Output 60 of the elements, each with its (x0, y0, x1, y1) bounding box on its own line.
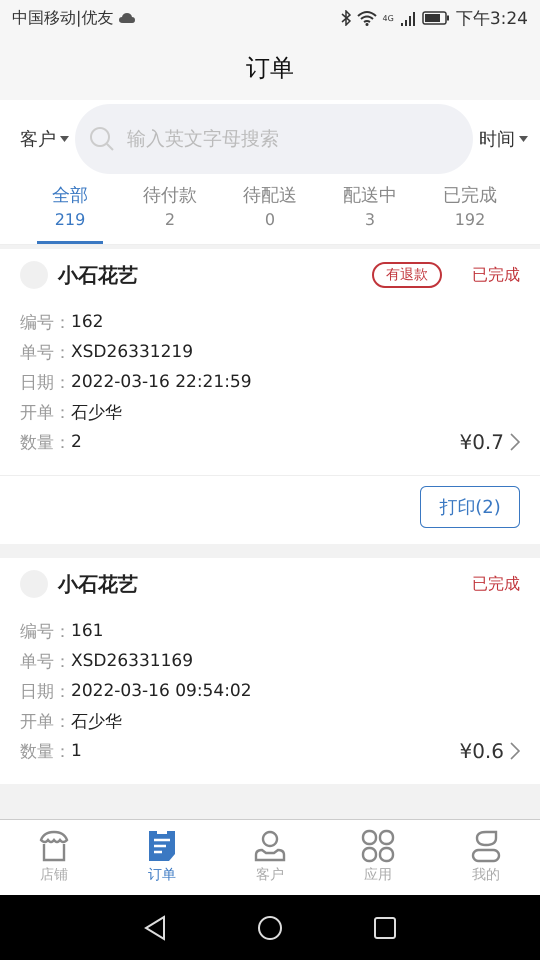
order-status: 已完成 (472, 264, 520, 286)
search-field[interactable]: 输入英文字母搜索 (75, 104, 473, 174)
field-value: 石少华 (71, 402, 122, 424)
person-icon (252, 828, 288, 864)
field-value: XSD26331169 (71, 651, 194, 671)
status-tab[interactable]: 待配送 0 (237, 178, 303, 244)
customer-dropdown[interactable]: 客户 (20, 127, 69, 151)
field-label: 编号： (20, 620, 71, 642)
battery-icon (422, 11, 450, 25)
field-value: 石少华 (71, 710, 122, 732)
field-value: 2022-03-16 09:54:02 (71, 681, 252, 701)
customer-name: 小石花艺 (58, 570, 138, 598)
field-value: 162 (71, 312, 104, 332)
field-label: 日期： (20, 372, 71, 394)
home-icon[interactable] (257, 914, 283, 940)
status-tab[interactable]: 已完成 192 (437, 178, 503, 244)
print-button[interactable]: 打印(2) (420, 486, 520, 528)
field-label: 开单： (20, 710, 71, 732)
field-value: 2022-03-16 22:21:59 (71, 372, 252, 392)
refund-badge: 有退款 (372, 262, 442, 288)
order-card[interactable]: 小石花艺 有退款 已完成 编号：162 单号：XSD26331219 日期：2022-03-16 22:21:59 开单：石少华 数量：2 ¥0.7 打印(2) (0, 249, 540, 544)
bluetooth-icon (340, 10, 351, 26)
status-tab[interactable]: 待付款 2 (137, 178, 203, 244)
time-dropdown[interactable]: 时间 (479, 127, 528, 151)
back-icon[interactable] (143, 914, 167, 940)
carrier-text: 中国移动|优友 (12, 8, 114, 28)
field-label: 数量： (20, 432, 71, 454)
chevron-icon (510, 742, 520, 760)
network-label: 4G (382, 14, 394, 22)
nav-tab[interactable]: 应用 (338, 820, 418, 895)
caret-icon (519, 136, 528, 142)
field-value: XSD26331219 (71, 342, 194, 362)
order-status: 已完成 (472, 574, 520, 594)
order-amount[interactable]: ¥0.7 (459, 430, 520, 454)
clock-text: 下午3:24 (456, 8, 528, 30)
nav-tab[interactable]: 我的 (446, 820, 526, 895)
field-label: 单号： (20, 342, 71, 364)
nav-tab[interactable]: 客户 (230, 820, 310, 895)
field-value: 161 (71, 621, 104, 641)
nav-tab[interactable]: 订单 (122, 820, 202, 895)
wifi-icon (356, 10, 377, 26)
field-label: 单号： (20, 650, 71, 672)
status-tab[interactable]: 配送中 3 (337, 178, 403, 244)
nav-tab[interactable]: 店铺 (14, 820, 94, 895)
recents-icon[interactable] (373, 916, 397, 940)
cloud-icon (119, 12, 136, 24)
chevron-icon (510, 433, 520, 451)
field-value: 2 (71, 432, 82, 452)
customer-name: 小石花艺 (58, 262, 138, 288)
page-title: 订单 (246, 53, 294, 84)
caret-icon (60, 136, 69, 142)
order-card[interactable]: 小石花艺 已完成 编号：161 单号：XSD26331169 日期：2022-03-16 09:54:02 开单：石少华 数量：1 ¥0.6 (0, 558, 540, 784)
field-label: 日期： (20, 680, 71, 702)
order-amount[interactable]: ¥0.6 (459, 739, 520, 763)
field-label: 编号： (20, 312, 71, 334)
field-value: 1 (71, 741, 82, 761)
apps-icon (360, 828, 396, 864)
field-label: 数量： (20, 740, 71, 762)
signal-icon (400, 10, 416, 26)
field-label: 开单： (20, 402, 71, 424)
